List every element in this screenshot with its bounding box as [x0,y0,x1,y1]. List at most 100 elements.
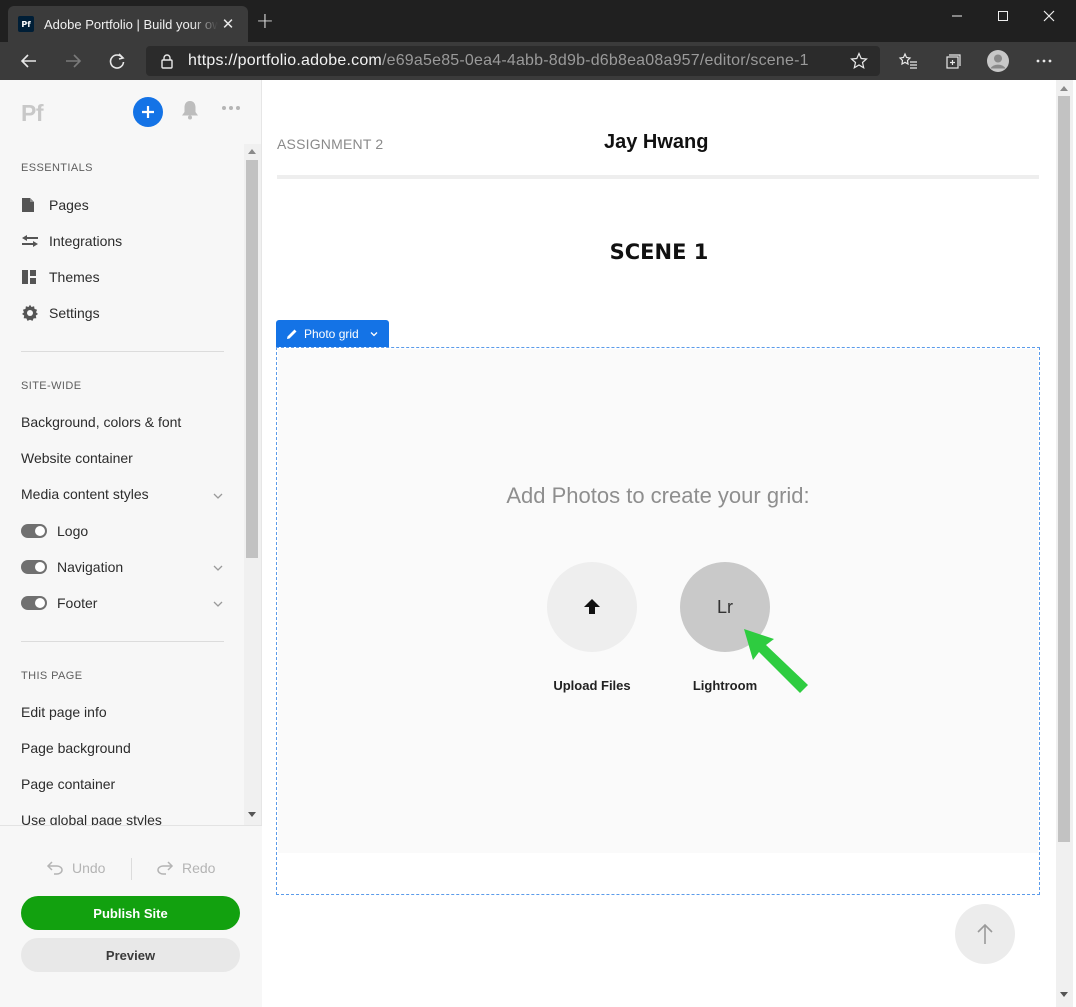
chevron-down-icon[interactable] [212,598,224,610]
forward-icon[interactable] [58,46,88,76]
chevron-down-icon [370,331,378,336]
tab-title: Adobe Portfolio | Build your own [44,16,218,32]
back-icon[interactable] [14,46,44,76]
section-title-sitewide: SITE-WIDE [21,380,82,392]
toggle-row-navigation[interactable]: Navigation [21,556,123,578]
header-divider [277,175,1039,179]
sidebar-more-icon[interactable] [220,98,242,118]
sidebar-item-website-container[interactable]: Website container [21,450,133,466]
sidebar-item-media-content-styles[interactable]: Media content styles [21,486,149,502]
integrations-icon [21,232,41,250]
site-title[interactable]: Jay Hwang [604,131,708,154]
undo-icon [46,861,63,875]
themes-icon [21,268,41,286]
scroll-up-arrow-icon[interactable] [1060,86,1068,91]
gear-icon [21,304,41,322]
sidebar-item-label: Pages [49,197,89,213]
grid-prompt-text: Add Photos to create your grid: [506,483,810,508]
photo-grid-dropzone[interactable]: Add Photos to create your grid: Upload F… [278,349,1038,853]
sidebar-item-page-container[interactable]: Page container [21,776,115,792]
url-host: https://portfolio.adobe.com [188,52,382,69]
photo-grid-menu-button[interactable]: Photo grid [276,320,389,347]
editor-sidebar: Pf ESSENTIALS Pages Integrations Themes [0,80,262,1007]
toggle-row-logo[interactable]: Logo [21,520,88,542]
undo-redo-divider [131,858,132,880]
minimize-window-icon[interactable] [934,0,980,32]
scroll-down-arrow-icon[interactable] [248,812,256,817]
section-title-this-page: THIS PAGE [21,670,83,682]
scroll-to-top-button[interactable] [955,904,1015,964]
sidebar-item-pages[interactable]: Pages [21,194,89,216]
scroll-down-arrow-icon[interactable] [1060,992,1068,997]
bell-icon[interactable] [179,99,201,125]
close-window-icon[interactable] [1026,0,1072,32]
page-scroll-thumb[interactable] [1058,96,1070,842]
browser-tab-strip: Pf Adobe Portfolio | Build your own ✕ + [0,0,1076,42]
add-content-button[interactable] [133,97,163,127]
page-icon [21,196,41,214]
sidebar-divider [21,641,224,642]
upload-arrow-icon [584,599,600,614]
sidebar-item-label: Integrations [49,233,123,249]
browser-toolbar: https://portfolio.adobe.com/e69a5e85-0ea… [0,42,1076,80]
footer-toggle[interactable] [21,596,47,610]
navigation-toggle[interactable] [21,560,47,574]
chevron-down-icon[interactable] [212,490,224,502]
scroll-up-arrow-icon[interactable] [248,149,256,154]
maximize-window-icon[interactable] [980,0,1026,32]
undo-label: Undo [72,860,106,876]
sidebar-item-edit-page-info[interactable]: Edit page info [21,704,107,720]
collections-icon[interactable] [938,46,968,76]
pencil-icon [287,329,297,339]
undo-button[interactable]: Undo [46,860,105,876]
redo-button[interactable]: Redo [156,860,215,876]
photo-grid-module[interactable]: Add Photos to create your grid: Upload F… [276,347,1040,895]
refresh-icon[interactable] [102,46,132,76]
url-path: /e69a5e85-0ea4-4abb-8d9b-d6b8ea08a957/ed… [381,52,809,69]
lock-icon[interactable] [160,53,174,73]
lightroom-icon: Lr [716,596,733,617]
sidebar-scrollbar[interactable] [244,144,261,826]
toggle-row-footer[interactable]: Footer [21,592,97,614]
more-icon[interactable] [1029,46,1059,76]
url-text: https://portfolio.adobe.com/e69a5e85-0ea… [188,52,809,70]
sidebar-actions: Undo Redo Publish Site Preview [0,825,262,1007]
sidebar-item-settings[interactable]: Settings [21,302,100,324]
sidebar-menu: ESSENTIALS Pages Integrations Themes Set… [0,144,244,826]
profile-icon[interactable] [983,46,1013,76]
sidebar-item-label: Themes [49,269,100,285]
sidebar-item-page-background[interactable]: Page background [21,740,131,756]
sidebar-item-use-global-page-styles[interactable]: Use global page styles [21,812,162,826]
toggle-label: Navigation [57,559,124,575]
editor-canvas: ASSIGNMENT 2 Jay Hwang SCENE 1 Photo gri… [262,80,1056,1007]
portfolio-logo: Pf [21,100,44,126]
chevron-down-icon[interactable] [212,562,224,574]
toggle-label: Footer [57,595,98,611]
page-scrollbar[interactable] [1056,80,1073,1007]
site-nav-link[interactable]: ASSIGNMENT 2 [277,136,383,152]
logo-toggle[interactable] [21,524,47,538]
sidebar-item-background-colors-font[interactable]: Background, colors & font [21,414,181,430]
section-title-essentials: ESSENTIALS [21,162,93,174]
favorite-star-icon[interactable] [850,52,868,74]
arrow-up-icon [977,923,993,944]
redo-label: Redo [182,860,216,876]
address-bar[interactable]: https://portfolio.adobe.com/e69a5e85-0ea… [146,46,880,76]
sidebar-item-integrations[interactable]: Integrations [21,230,122,252]
favorites-icon[interactable] [893,46,923,76]
toggle-label: Logo [57,523,89,539]
upload-files-button[interactable] [547,562,637,652]
sidebar-item-label: Settings [49,305,100,321]
publish-site-button[interactable]: Publish Site [21,896,240,930]
redo-icon [157,861,174,875]
sidebar-item-themes[interactable]: Themes [21,266,100,288]
adobe-portfolio-favicon-icon: Pf [18,16,34,32]
browser-tab[interactable]: Pf Adobe Portfolio | Build your own ✕ [8,6,248,42]
sidebar-scroll-thumb[interactable] [246,160,258,558]
tab-close-icon[interactable]: ✕ [218,15,238,33]
preview-button[interactable]: Preview [21,938,240,972]
page-title[interactable]: SCENE 1 [262,240,1056,264]
upload-files-label[interactable]: Upload Files [522,678,662,693]
plus-icon [142,106,154,118]
new-tab-icon[interactable]: + [255,10,275,34]
